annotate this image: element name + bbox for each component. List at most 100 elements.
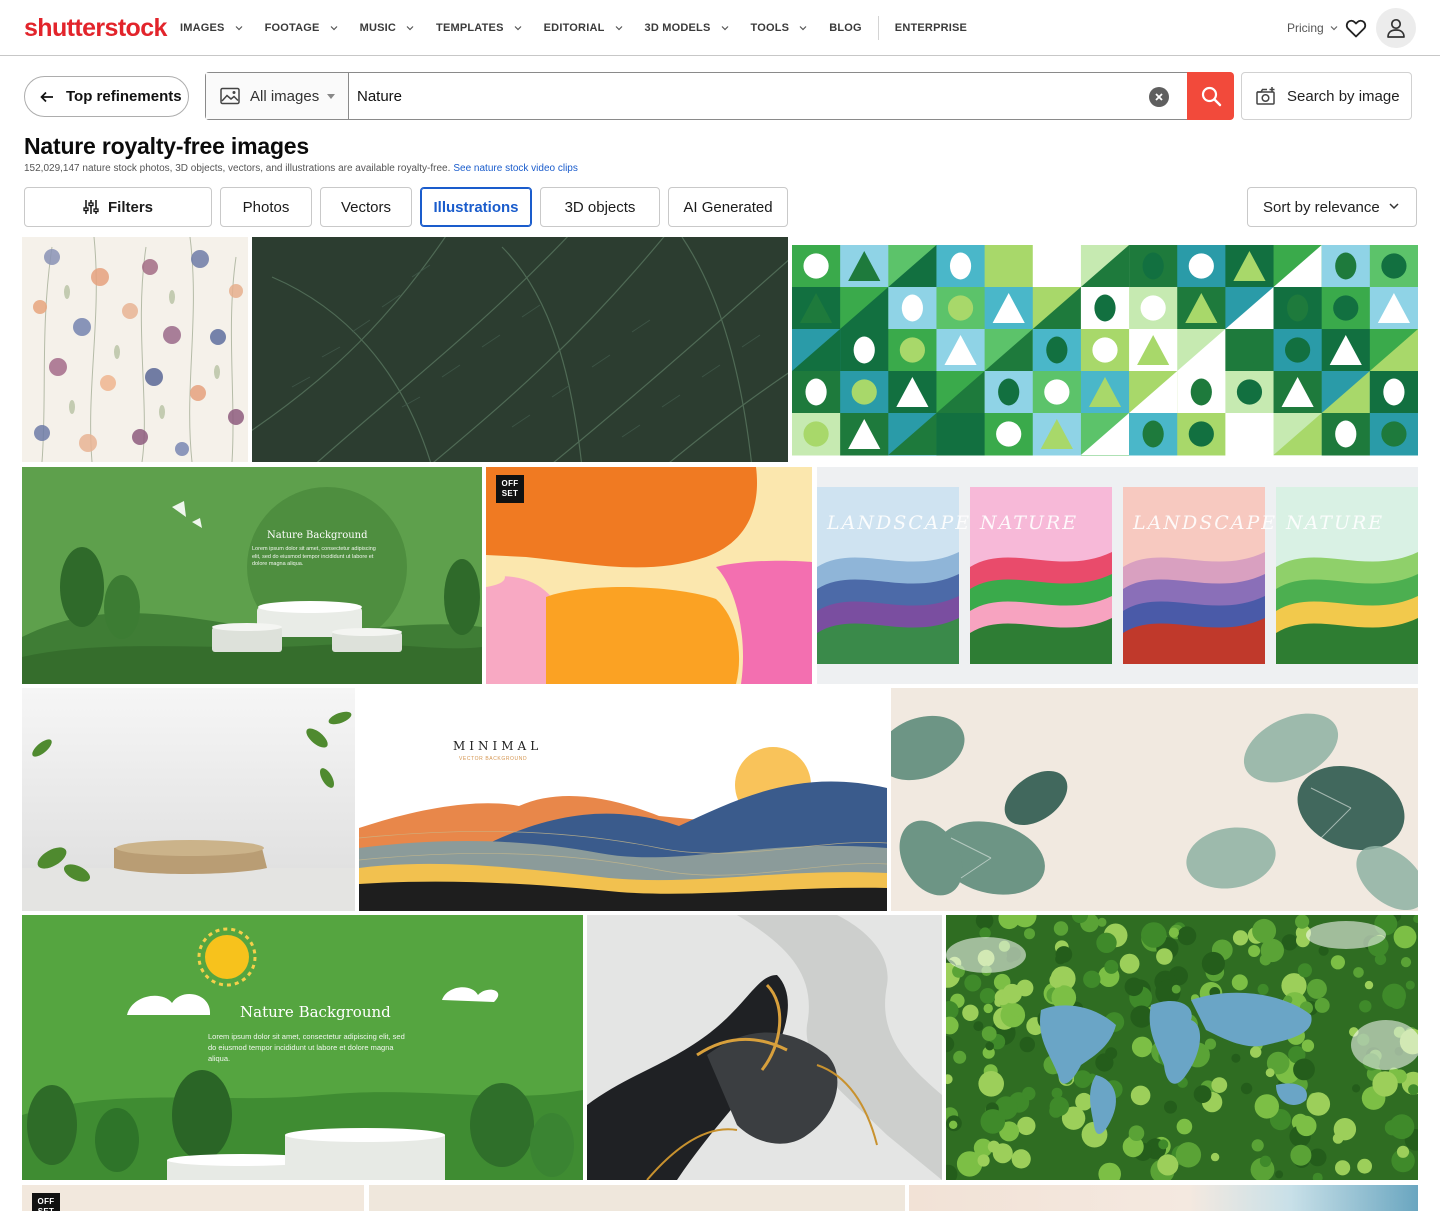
camera-plus-icon (1256, 87, 1275, 105)
abstract-shapes-artwork (486, 467, 812, 684)
nav-item-footage[interactable]: FOOTAGE (265, 22, 338, 34)
landscape-poster: NATURE (1276, 487, 1418, 664)
sort-select[interactable]: Sort by relevance (1247, 187, 1417, 227)
poster-title: NATURE (1285, 512, 1384, 534)
image-tile-forest-world-map[interactable] (946, 915, 1418, 1180)
sort-label: Sort by relevance (1263, 198, 1380, 216)
top-refinements-label: Top refinements (66, 88, 182, 105)
dark-leaves-artwork (252, 237, 788, 462)
nav-divider (877, 16, 879, 40)
chevron-down-icon (615, 26, 622, 31)
top-refinements-button[interactable]: Top refinements (24, 76, 189, 117)
poster-title: NATURE (979, 512, 1078, 534)
chevron-down-icon (799, 26, 807, 31)
chevron-down-icon (514, 26, 522, 31)
pricing-menu[interactable]: Pricing (1287, 21, 1338, 35)
chip-ai-generated[interactable]: AI Generated (668, 187, 788, 227)
search-bar: All images (205, 72, 1234, 120)
nav-item-editorial[interactable]: EDITORIAL (544, 22, 623, 34)
asset-type-label: All images (250, 87, 320, 105)
chevron-down-icon (1389, 203, 1399, 210)
results-count-text: 152,029,147 nature stock photos, 3D obje… (24, 163, 578, 174)
close-icon (1155, 93, 1163, 101)
shutterstock-logo[interactable]: shutterstock (24, 13, 167, 43)
nature-background-heading: Nature Background (240, 1003, 391, 1021)
poster-title: LANDSCAPE (826, 512, 971, 534)
primary-nav: IMAGES FOOTAGE MUSIC TEMPLATES EDITORIAL 3D M… (180, 0, 989, 56)
top-navigation: shutterstock IMAGES FOOTAGE MUSIC TEMPLATES… (0, 0, 1440, 56)
search-icon (1201, 86, 1221, 107)
nav-item-label: TEMPLATES (436, 22, 504, 34)
chevron-down-icon (1330, 26, 1338, 31)
account-avatar[interactable] (1376, 8, 1416, 48)
landscape-poster: LANDSCAPE (1123, 487, 1277, 664)
nav-item-label: IMAGES (180, 22, 225, 34)
poster-title: LANDSCAPE (1132, 512, 1277, 534)
image-tile-landscape-posters[interactable]: LANDSCAPE NATURE LANDSCAPE NATURE (817, 467, 1418, 684)
chip-3d-objects[interactable]: 3D objects (540, 187, 660, 227)
alcohol-ink-artwork (587, 915, 942, 1180)
image-icon (220, 87, 240, 105)
landscape-posters-artwork: LANDSCAPE NATURE LANDSCAPE NATURE (817, 467, 1418, 684)
minimal-landscape-artwork (359, 688, 887, 911)
filters-label: Filters (107, 198, 153, 216)
search-by-image-button[interactable]: Search by image (1241, 72, 1412, 120)
video-clips-link[interactable]: See nature stock video clips (453, 163, 578, 174)
nav-item-blog[interactable]: BLOG (829, 22, 862, 34)
nav-item-label: TOOLS (750, 22, 790, 34)
nav-item-enterprise[interactable]: ENTERPRISE (895, 22, 967, 34)
nature-background-body: Lorem ipsum dolor sit amet, consectetur … (252, 546, 376, 567)
tropical-leaves-artwork (891, 688, 1418, 911)
nav-item-music[interactable]: MUSIC (360, 22, 414, 34)
geometric-nature-artwork (792, 237, 1418, 462)
nav-item-label: MUSIC (359, 22, 397, 34)
image-tile-partial-2[interactable] (369, 1185, 905, 1211)
podium-artwork (22, 467, 482, 684)
image-tile-partial-1[interactable]: OFF SET (22, 1185, 364, 1211)
image-tile-minimal-landscape[interactable]: MINIMAL VECTOR BACKGROUND (359, 688, 887, 911)
caret-down-icon (327, 93, 336, 99)
search-by-image-label: Search by image (1287, 87, 1400, 105)
chevron-down-icon (235, 26, 243, 31)
heart-icon[interactable] (1344, 16, 1368, 40)
chip-photos[interactable]: Photos (220, 187, 312, 227)
search-submit-button[interactable] (1187, 72, 1234, 120)
chevron-down-icon (330, 26, 338, 31)
chevron-down-icon (721, 26, 728, 31)
offset-badge: OFF SET (32, 1193, 60, 1211)
image-tile-nature-background-podium[interactable]: Nature Background Lorem ipsum dolor sit … (22, 467, 482, 684)
image-tile-dark-leaves-pattern[interactable] (252, 237, 788, 462)
image-tile-wood-podium[interactable] (22, 688, 355, 911)
search-input[interactable] (357, 73, 1137, 119)
offset-badge: OFF SET (496, 475, 524, 503)
sliders-icon (83, 200, 99, 214)
chip-illustrations[interactable]: Illustrations (420, 187, 532, 227)
user-icon (1387, 18, 1405, 38)
wood-podium-artwork (22, 688, 355, 911)
image-tile-nature-background-sun[interactable]: Nature Background Lorem ipsum dolor sit … (22, 915, 583, 1180)
clear-search-button[interactable] (1149, 87, 1169, 107)
nav-item-label: 3D MODELS (644, 22, 711, 34)
nav-item-templates[interactable]: TEMPLATES (436, 22, 522, 34)
nav-item-tools[interactable]: TOOLS (751, 22, 808, 34)
arrow-left-icon (40, 91, 53, 102)
watercolor-flowers-artwork (22, 237, 248, 462)
image-tile-partial-3[interactable] (909, 1185, 1418, 1211)
image-tile-abstract-orange-pink[interactable]: OFF SET (486, 467, 812, 684)
nature-background-body: Lorem ipsum dolor sit amet, consectetur … (208, 1032, 405, 1063)
chip-vectors[interactable]: Vectors (320, 187, 412, 227)
image-tile-geometric-nature-pattern[interactable] (792, 237, 1418, 462)
forest-world-map-artwork (946, 915, 1418, 1180)
nav-item-label: FOOTAGE (264, 22, 320, 34)
nav-item-images[interactable]: IMAGES (180, 22, 243, 34)
nature-background-heading: Nature Background (267, 530, 368, 541)
image-tile-watercolor-flowers[interactable] (22, 237, 248, 462)
nav-item-label: BLOG (829, 22, 862, 34)
image-tile-alcohol-ink-marble[interactable] (587, 915, 942, 1180)
pricing-label: Pricing (1287, 21, 1324, 35)
asset-type-select[interactable]: All images (206, 73, 349, 119)
landscape-poster: LANDSCAPE (817, 487, 971, 664)
filters-button[interactable]: Filters (24, 187, 212, 227)
image-tile-tropical-leaves[interactable] (891, 688, 1418, 911)
nav-item-3d-models[interactable]: 3D MODELS (645, 22, 729, 34)
